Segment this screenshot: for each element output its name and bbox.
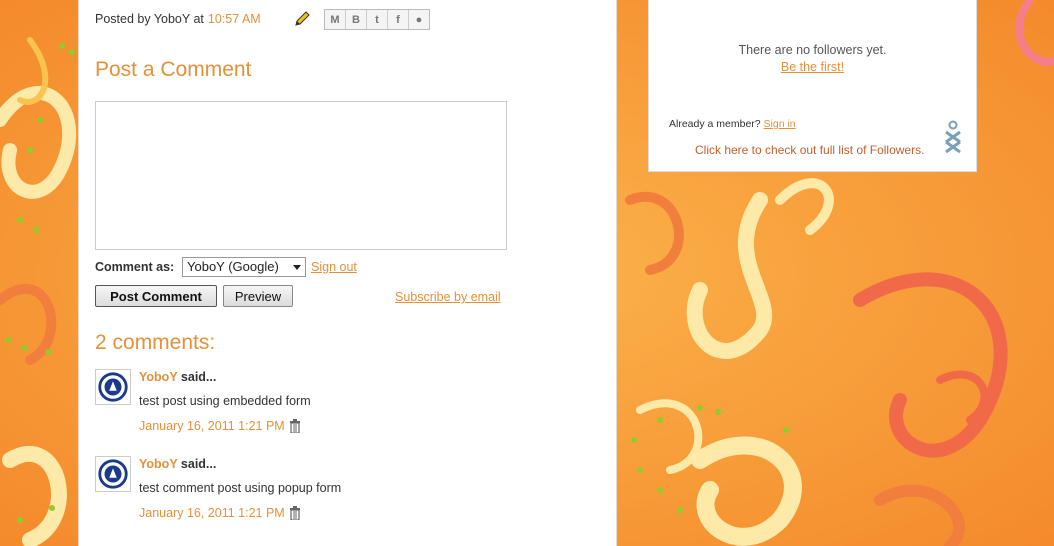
comment-date-link[interactable]: January 16, 2011 1:21 PM (139, 419, 285, 433)
comment-author: YoboY said... (139, 457, 216, 471)
said-label: said... (180, 370, 217, 384)
posted-by-text: Posted by YoboY at (95, 12, 204, 26)
already-member-label: Already a member? (669, 118, 761, 130)
account-select[interactable]: YoboY (Google) (182, 257, 306, 277)
comment-author-link[interactable]: YoboY (139, 370, 177, 384)
edit-pencil-icon[interactable] (293, 10, 311, 28)
twitter-icon[interactable]: t (367, 10, 388, 29)
no-followers-text: There are no followers yet. (738, 43, 887, 57)
chevron-down-icon (293, 265, 301, 270)
comment-text: test post using embedded form (139, 394, 311, 408)
sign-in-link[interactable]: Sign in (764, 118, 796, 130)
comment-author: YoboY said... (139, 370, 216, 384)
post-comment-button[interactable]: Post Comment (95, 285, 217, 307)
blogger-icon[interactable]: B (346, 10, 367, 29)
facebook-icon[interactable]: f (388, 10, 409, 29)
full-followers-list-link[interactable]: Click here to check out full list of Fol… (695, 143, 924, 157)
followers-widget: There are no followers yet. Be the first… (648, 0, 977, 172)
comment-textarea[interactable] (95, 101, 507, 250)
subscribe-by-email-link[interactable]: Subscribe by email (395, 290, 501, 304)
avatar[interactable] (95, 369, 131, 405)
comment-date-link[interactable]: January 16, 2011 1:21 PM (139, 506, 285, 520)
preview-button[interactable]: Preview (223, 285, 293, 307)
post-time-link[interactable]: 10:57 AM (208, 12, 261, 26)
avatar[interactable] (95, 456, 131, 492)
post-comment-heading: Post a Comment (95, 58, 252, 81)
comment-count-heading: 2 comments: (95, 331, 216, 354)
comment-date: January 16, 2011 1:21 PM (139, 419, 301, 433)
post-footer: Posted by YoboY at 10:57 AM (95, 12, 261, 26)
be-first-link[interactable]: Be the first! (649, 60, 976, 74)
trash-icon[interactable] (289, 506, 301, 520)
followers-logo-icon[interactable] (942, 120, 964, 154)
gmail-icon[interactable]: M (325, 10, 346, 29)
comment-text: test comment post using popup form (139, 481, 342, 495)
comment-author-link[interactable]: YoboY (139, 457, 177, 471)
sign-out-link[interactable]: Sign out (311, 260, 357, 274)
buzz-icon[interactable]: ● (409, 10, 429, 29)
trash-icon[interactable] (289, 419, 301, 433)
blog-main-column: Posted by YoboY at 10:57 AM M B t f ● Po… (78, 0, 617, 546)
account-select-value: YoboY (Google) (187, 259, 279, 274)
already-member-text: Already a member? Sign in (669, 118, 796, 130)
comment-date: January 16, 2011 1:21 PM (139, 506, 301, 520)
said-label: said... (180, 457, 217, 471)
share-buttons: M B t f ● (324, 9, 430, 30)
comment-as-label: Comment as: (95, 260, 175, 274)
